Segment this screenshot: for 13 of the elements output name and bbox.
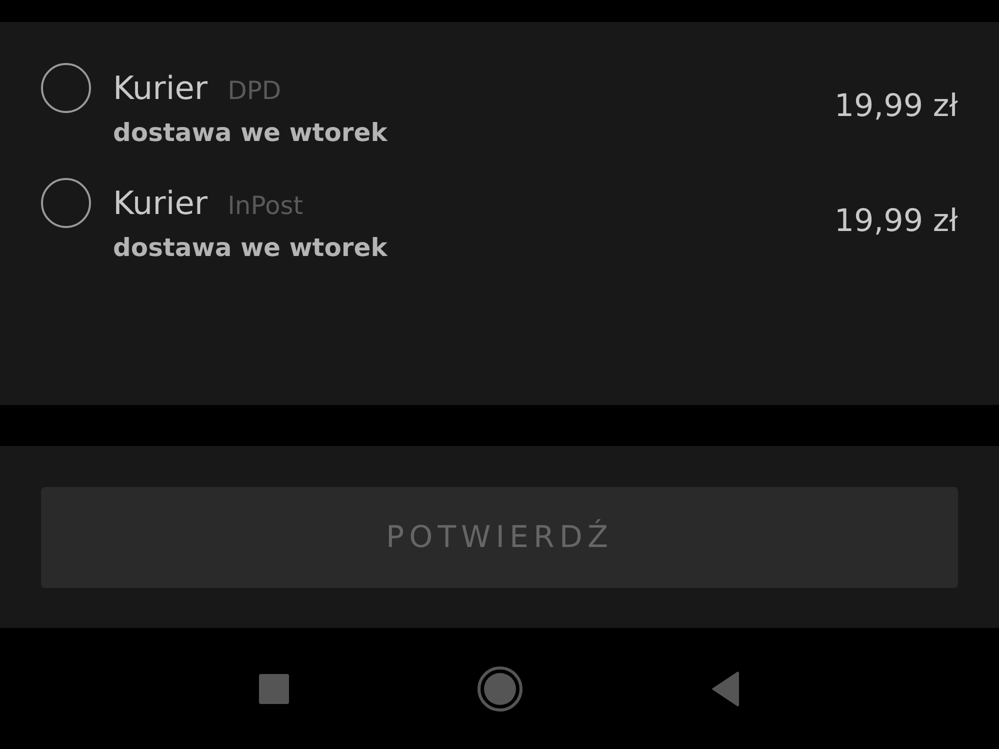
- delivery-text: dostawa we wtorek: [113, 118, 389, 147]
- radio-button[interactable]: [41, 178, 91, 228]
- delivery-text: dostawa we wtorek: [113, 233, 389, 262]
- recent-apps-icon[interactable]: [258, 674, 288, 704]
- radio-button[interactable]: [41, 63, 91, 113]
- option-name: Kurier: [113, 183, 208, 224]
- carrier-name: DPD: [228, 76, 282, 105]
- option-name: Kurier: [113, 68, 208, 109]
- price: 19,99 zł: [834, 88, 958, 124]
- price: 19,99 zł: [834, 203, 958, 239]
- carrier-name: InPost: [228, 191, 304, 220]
- back-icon[interactable]: [710, 670, 740, 706]
- home-icon[interactable]: [476, 666, 522, 712]
